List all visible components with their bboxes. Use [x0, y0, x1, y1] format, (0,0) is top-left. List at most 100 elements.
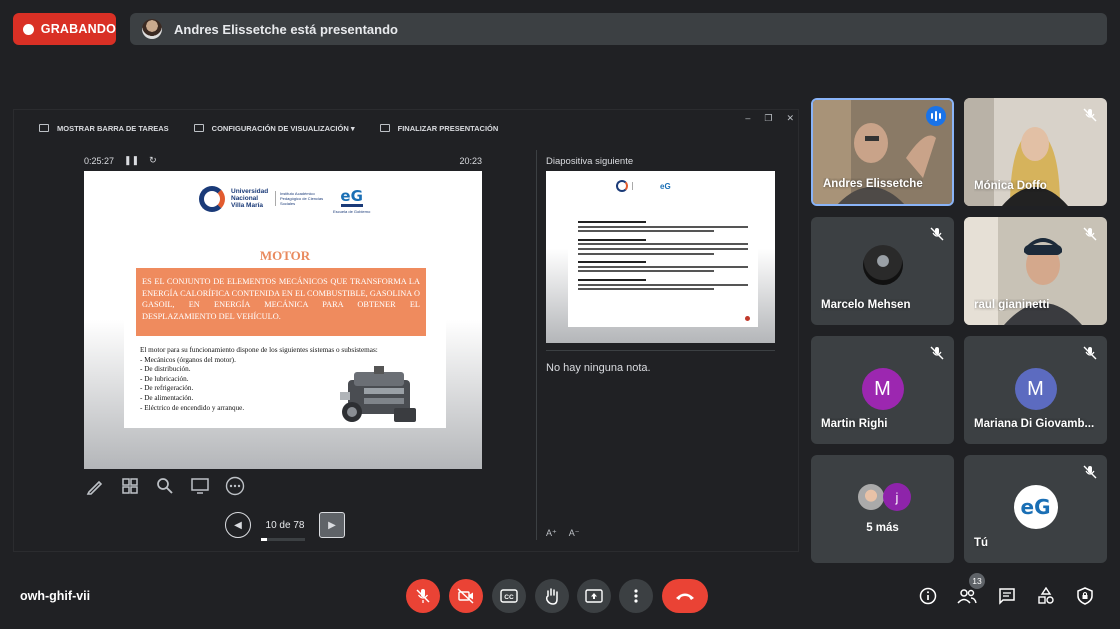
text-line — [578, 261, 646, 264]
self-avatar: eG — [1013, 485, 1058, 529]
participant-tile[interactable]: M Mariana Di Giovamb... — [964, 336, 1107, 444]
host-controls-button[interactable] — [1074, 585, 1096, 607]
slide-title: MOTOR — [259, 248, 311, 263]
university-logo-icon — [616, 180, 628, 192]
end-presentation-button[interactable]: FINALIZAR PRESENTACIÓN — [379, 124, 498, 133]
text-line — [578, 247, 748, 250]
participant-avatar — [862, 245, 903, 285]
next-slide-content — [568, 215, 758, 327]
text-line — [578, 278, 646, 281]
present-button[interactable] — [577, 579, 611, 613]
captions-button[interactable]: CC — [492, 579, 526, 613]
chat-button[interactable] — [996, 585, 1018, 607]
people-icon — [957, 589, 977, 604]
participant-avatar: M — [1014, 368, 1057, 410]
participant-tile[interactable]: M Martin Righi — [811, 336, 954, 444]
eg-logo: eG — [334, 183, 369, 209]
eg-caption: Escuela de Gobierno — [333, 209, 371, 214]
text-line — [578, 225, 748, 228]
slide-progress-fill — [261, 537, 267, 541]
presenter-avatar — [142, 19, 162, 39]
more-avatars: j — [857, 483, 911, 511]
mic-off-icon — [930, 346, 944, 360]
increase-font-icon[interactable]: A⁺ — [546, 528, 557, 539]
window-controls: – ❐ ✕ — [745, 113, 794, 124]
meeting-code: owh-ghif-vii — [20, 589, 91, 603]
more-participants-tile[interactable]: j 5 más — [811, 455, 954, 563]
screen-icon[interactable] — [189, 475, 211, 497]
more-options-button[interactable] — [619, 579, 653, 613]
mic-off-icon — [1083, 346, 1097, 360]
systems-intro: El motor para su funcionamiento dispone … — [140, 346, 378, 354]
text-line — [578, 221, 646, 223]
participant-name: Mariana Di Giovamb... — [974, 418, 1095, 430]
people-count-badge: 13 — [969, 573, 985, 589]
activities-button[interactable] — [1035, 585, 1057, 607]
presenter-view: MOSTRAR BARRA DE TAREAS CONFIGURACIÓN DE… — [13, 109, 799, 552]
participant-name: Marcelo Mehsen — [821, 299, 911, 311]
text-line — [578, 238, 646, 241]
next-slide-button[interactable]: ▶ — [319, 512, 345, 538]
page-indicator-text: 10 de 78 — [265, 519, 305, 531]
eg-logo-small: eG — [660, 181, 671, 191]
participant-name: Tú — [974, 537, 989, 549]
close-icon[interactable]: ✕ — [786, 113, 794, 124]
record-dot-icon — [23, 23, 34, 35]
participant-name: raul gianinetti — [974, 299, 1050, 311]
notes-font-controls: A⁺ A⁻ — [546, 528, 580, 539]
participant-tile[interactable]: raul gianinetti — [964, 217, 1107, 325]
speaking-indicator-icon — [926, 106, 946, 126]
slide-navigation: ◀ 10 de 78 ▶ — [225, 512, 345, 541]
next-slide-preview[interactable]: eG — [546, 171, 775, 343]
zoom-icon[interactable] — [154, 475, 176, 497]
presenter-toolbar: MOSTRAR BARRA DE TAREAS CONFIGURACIÓN DE… — [14, 110, 800, 146]
grid-icon[interactable] — [119, 475, 141, 497]
camera-toggle-button[interactable] — [449, 579, 483, 613]
meeting-details-button[interactable] — [917, 585, 939, 607]
more-participants-label: 5 más — [866, 522, 899, 534]
display-settings-button[interactable]: CONFIGURACIÓN DE VISUALIZACIÓN ▾ — [193, 123, 355, 133]
text-line — [578, 243, 748, 246]
participant-avatar — [857, 483, 885, 511]
mic-toggle-button[interactable] — [406, 579, 440, 613]
show-taskbar-label: MOSTRAR BARRA DE TAREAS — [57, 123, 169, 133]
minimize-icon[interactable]: – — [745, 113, 750, 124]
participant-name: Martin Righi — [821, 418, 888, 430]
mic-off-icon — [416, 589, 430, 603]
present-icon — [585, 589, 603, 603]
leave-call-button[interactable] — [662, 579, 708, 613]
next-slide-logos: eG — [616, 180, 671, 192]
text-line — [578, 270, 714, 273]
participant-tile[interactable]: Mónica Doffo — [964, 98, 1107, 206]
participant-avatar: j — [883, 483, 911, 511]
page-indicator: 10 de 78 — [261, 519, 309, 541]
restore-icon[interactable]: ❐ — [764, 113, 772, 124]
reset-icon[interactable]: ↻ — [149, 155, 157, 166]
hang-up-icon — [676, 593, 694, 600]
text-line — [578, 252, 714, 255]
slide-logos: Universidad Nacional Villa María Institu… — [199, 183, 370, 214]
hand-icon — [545, 588, 558, 605]
mic-off-icon — [1083, 227, 1097, 241]
current-slide: Universidad Nacional Villa María Institu… — [84, 171, 482, 469]
decrease-font-icon[interactable]: A⁻ — [569, 528, 580, 539]
engine-image — [340, 366, 416, 422]
pen-icon[interactable] — [84, 475, 106, 497]
more-icon[interactable] — [224, 475, 246, 497]
next-slide-label: Diapositiva siguiente — [546, 156, 634, 167]
pause-icon[interactable]: ❚❚ — [124, 155, 139, 166]
participant-tile[interactable]: Marcelo Mehsen — [811, 217, 954, 325]
participant-tile[interactable]: Andres Elissetche — [811, 98, 954, 206]
info-icon — [919, 587, 937, 605]
raise-hand-button[interactable] — [535, 579, 569, 613]
show-taskbar-button[interactable]: MOSTRAR BARRA DE TAREAS — [39, 124, 169, 133]
captions-icon: CC — [500, 589, 518, 603]
recording-indicator[interactable]: GRABANDO — [13, 13, 116, 45]
eg-logo-block: eG Escuela de Gobierno — [333, 183, 370, 214]
timer-row: 0:25:27 ❚❚ ↻ 20:23 — [84, 155, 482, 166]
previous-slide-button[interactable]: ◀ — [225, 512, 251, 538]
display-settings-label: CONFIGURACIÓN DE VISUALIZACIÓN ▾ — [211, 123, 355, 133]
university-name: Universidad Nacional Villa María — [231, 188, 269, 209]
self-tile[interactable]: eG Tú — [964, 455, 1107, 563]
mic-off-icon — [1083, 465, 1097, 479]
